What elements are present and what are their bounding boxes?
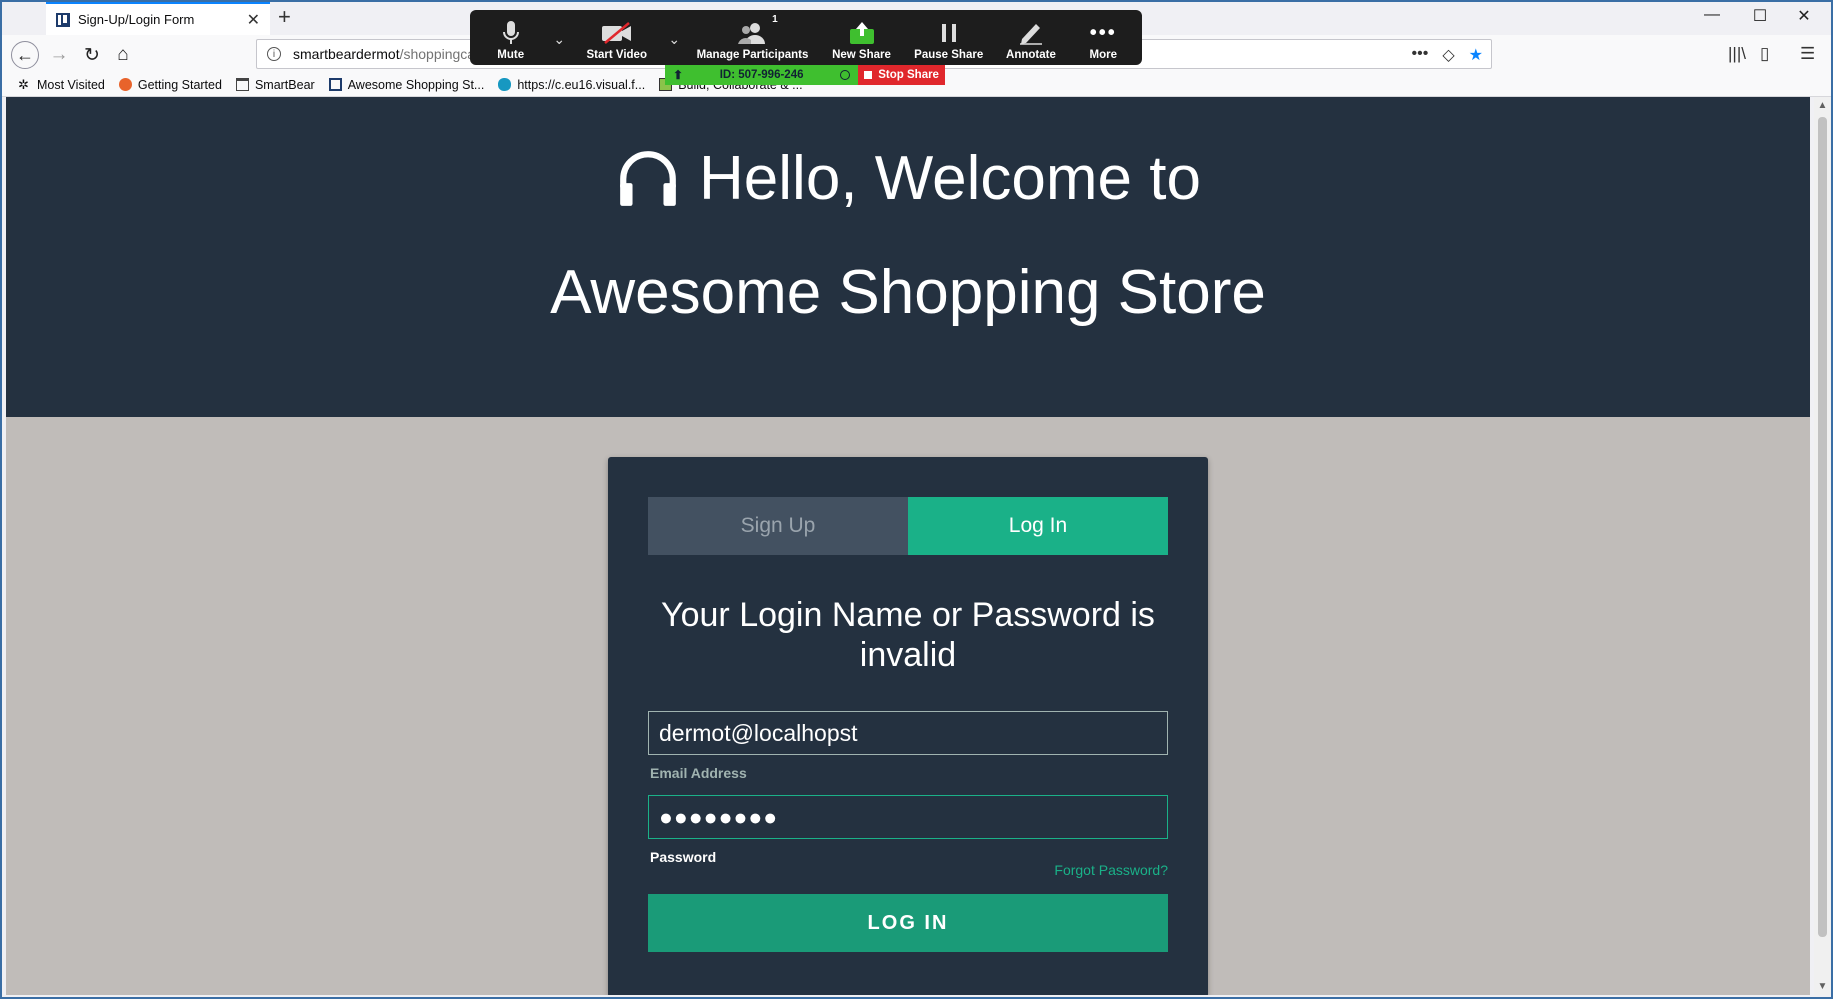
audio-options-chevron-icon[interactable]: ⌄ [545,10,573,65]
browser-tab[interactable]: Sign-Up/Login Form ✕ [46,2,270,35]
bookmark-most-visited[interactable]: ✲ Most Visited [18,78,105,92]
tab-log-in[interactable]: Log In [908,497,1168,555]
microphone-icon [502,20,519,46]
close-tab-icon[interactable]: ✕ [247,10,260,30]
tab-title: Sign-Up/Login Form [78,12,195,27]
page-scrollbar[interactable]: ▲ ▼ [1814,97,1831,995]
meeting-id-badge[interactable]: ⬆ ID: 507-996-246 [665,65,859,85]
sidebar-icon[interactable]: ▯ [1760,44,1769,64]
browser-window: Sign-Up/Login Form ✕ + — ☐ ✕ ← → ↻ ⌂ i s… [0,0,1833,999]
hero-title-line2: Awesome Shopping Store [550,258,1266,327]
scroll-up-icon[interactable]: ▲ [1814,97,1831,114]
manage-participants-button[interactable]: 1 Manage Participants [688,10,817,65]
bookmark-smartbear[interactable]: SmartBear [235,78,315,92]
stop-share-button[interactable]: Stop Share [858,65,945,85]
home-icon[interactable]: ⌂ [109,41,137,69]
site-icon [328,78,342,91]
email-field[interactable]: dermot@localhopst [648,711,1168,755]
new-share-button[interactable]: New Share [817,10,906,65]
mute-button[interactable]: Mute [476,10,545,65]
maximize-icon[interactable]: ☐ [1738,6,1782,26]
bookmark-awesome-shopping[interactable]: Awesome Shopping St... [328,78,484,92]
hero-banner: Hello, Welcome to Awesome Shopping Store [6,97,1810,417]
stop-square-icon [864,71,873,79]
password-field[interactable]: ●●●●●●●● [648,795,1168,839]
library-icon[interactable]: |||\ [1728,44,1746,64]
pause-share-button[interactable]: Pause Share [906,10,991,65]
start-video-button[interactable]: Start Video [573,10,660,65]
bookmark-getting-started[interactable]: Getting Started [118,78,222,92]
participant-count: 1 [772,14,778,25]
pencil-icon [1018,20,1044,46]
log-in-button[interactable]: LOG IN [648,894,1168,952]
forgot-password-link[interactable]: Forgot Password? [1054,862,1168,878]
more-button[interactable]: ••• More [1071,10,1136,65]
site-favicon-icon [56,12,70,27]
error-message: Your Login Name or Password is invalid [661,596,1155,674]
url-host: smartbeardermot [293,46,400,62]
back-arrow-icon[interactable]: ← [11,41,39,69]
pocket-icon[interactable]: ◇ [1442,45,1454,65]
annotate-button[interactable]: Annotate [991,10,1070,65]
folder-icon [235,78,249,91]
pause-icon [940,20,958,46]
bookmark-star-icon[interactable]: ★ [1469,45,1483,65]
share-up-arrow-icon: ⬆ [673,68,684,82]
form-tabs: Sign Up Log In [648,497,1168,555]
status-circle-icon [840,70,851,80]
more-dots-icon: ••• [1089,21,1117,44]
hero-heading-line1: Hello, Welcome to [6,143,1810,214]
login-form-card: Sign Up Log In Your Login Name or Passwo… [608,457,1208,995]
tab-sign-up[interactable]: Sign Up [648,497,908,555]
url-path: /shoppingca [399,46,476,62]
minimize-icon[interactable]: — [1690,6,1734,24]
scroll-down-icon[interactable]: ▼ [1814,978,1831,995]
headphones-icon [620,150,676,206]
cloud-icon [498,78,512,91]
zoom-toolbar: Mute ⌄ Start Video ⌄ 1 Manage Participan… [470,10,1142,65]
hero-title-line1: Hello, Welcome to [699,144,1201,213]
participants-icon [737,20,767,46]
video-options-chevron-icon[interactable]: ⌄ [660,10,688,65]
bookmark-salesforce[interactable]: https://c.eu16.visual.f... [498,78,645,92]
window-close-icon[interactable]: ✕ [1782,6,1826,26]
site-info-icon[interactable]: i [267,47,281,61]
firefox-icon [118,78,132,91]
forward-arrow-icon[interactable]: → [45,41,73,69]
share-arrow-icon [849,20,875,46]
scroll-thumb[interactable] [1818,117,1827,937]
new-tab-icon[interactable]: + [278,4,291,30]
menu-hamburger-icon[interactable]: ☰ [1800,44,1815,64]
password-label: Password [650,849,717,865]
zoom-share-status-bar: ⬆ ID: 507-996-246 Stop Share [665,65,945,85]
email-label: Email Address [650,765,747,781]
reload-icon[interactable]: ↻ [78,41,106,69]
gear-icon: ✲ [18,77,29,92]
page-actions-icon[interactable]: ••• [1412,45,1429,65]
video-off-icon [601,20,633,46]
page-content: Hello, Welcome to Awesome Shopping Store… [6,97,1810,995]
